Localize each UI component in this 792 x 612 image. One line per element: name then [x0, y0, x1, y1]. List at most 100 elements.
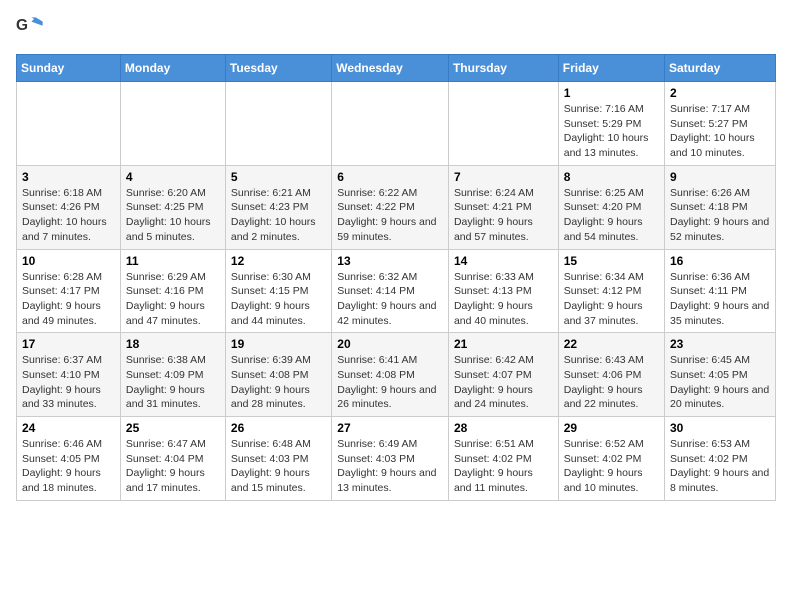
- calendar-cell: 2 Sunrise: 7:17 AM Sunset: 5:27 PM Daylig…: [665, 82, 776, 166]
- calendar-cell: 29Sunrise: 6:52 AM Sunset: 4:02 PM Dayli…: [558, 417, 664, 501]
- day-info: Sunrise: 6:49 AM Sunset: 4:03 PM Dayligh…: [337, 437, 443, 496]
- weekday-header: Tuesday: [225, 55, 331, 82]
- day-info: Sunrise: 6:32 AM Sunset: 4:14 PM Dayligh…: [337, 270, 443, 329]
- calendar-cell: 20 Sunrise: 6:41 AM Sunset: 4:08 PM Dayli…: [332, 333, 449, 417]
- day-info: Sunrise: 6:30 AM Sunset: 4:15 PM Dayligh…: [231, 270, 326, 329]
- day-number: 3: [22, 170, 115, 184]
- day-number: 11: [126, 254, 220, 268]
- calendar-cell: 15 Sunrise: 6:34 AM Sunset: 4:12 PM Dayli…: [558, 249, 664, 333]
- calendar-week-row: 10 Sunrise: 6:28 AM Sunset: 4:17 PM Dayli…: [17, 249, 776, 333]
- calendar-cell: 5Sunrise: 6:21 AM Sunset: 4:23 PM Daylig…: [225, 165, 331, 249]
- day-info: Sunrise: 6:29 AM Sunset: 4:16 PM Dayligh…: [126, 270, 220, 329]
- day-number: 16: [670, 254, 770, 268]
- calendar-cell: 7 Sunrise: 6:24 AM Sunset: 4:21 PM Daylig…: [448, 165, 558, 249]
- logo: G: [16, 16, 48, 44]
- day-number: 12: [231, 254, 326, 268]
- day-number: 19: [231, 337, 326, 351]
- calendar-cell: [120, 82, 225, 166]
- calendar-cell: 14 Sunrise: 6:33 AM Sunset: 4:13 PM Dayli…: [448, 249, 558, 333]
- calendar-week-row: 24 Sunrise: 6:46 AM Sunset: 4:05 PM Dayli…: [17, 417, 776, 501]
- calendar-cell: 23 Sunrise: 6:45 AM Sunset: 4:05 PM Dayli…: [665, 333, 776, 417]
- calendar-cell: [225, 82, 331, 166]
- calendar-cell: 8 Sunrise: 6:25 AM Sunset: 4:20 PM Daylig…: [558, 165, 664, 249]
- calendar-cell: [17, 82, 121, 166]
- day-info: Sunrise: 6:41 AM Sunset: 4:08 PM Dayligh…: [337, 353, 443, 412]
- day-info: Sunrise: 6:34 AM Sunset: 4:12 PM Dayligh…: [564, 270, 659, 329]
- day-info: Sunrise: 6:33 AM Sunset: 4:13 PM Dayligh…: [454, 270, 553, 329]
- calendar-cell: 26Sunrise: 6:48 AM Sunset: 4:03 PM Dayli…: [225, 417, 331, 501]
- calendar-cell: 25 Sunrise: 6:47 AM Sunset: 4:04 PM Dayli…: [120, 417, 225, 501]
- calendar-table: SundayMondayTuesdayWednesdayThursdayFrid…: [16, 54, 776, 501]
- calendar-cell: 16 Sunrise: 6:36 AM Sunset: 4:11 PM Dayli…: [665, 249, 776, 333]
- day-info: Sunrise: 6:48 AM Sunset: 4:03 PM Dayligh…: [231, 437, 326, 496]
- calendar-header: SundayMondayTuesdayWednesdayThursdayFrid…: [17, 55, 776, 82]
- calendar-cell: 21 Sunrise: 6:42 AM Sunset: 4:07 PM Dayli…: [448, 333, 558, 417]
- day-number: 7: [454, 170, 553, 184]
- day-info: Sunrise: 6:36 AM Sunset: 4:11 PM Dayligh…: [670, 270, 770, 329]
- day-info: Sunrise: 6:38 AM Sunset: 4:09 PM Dayligh…: [126, 353, 220, 412]
- calendar-cell: [332, 82, 449, 166]
- calendar-cell: 30Sunrise: 6:53 AM Sunset: 4:02 PM Dayli…: [665, 417, 776, 501]
- day-info: Sunrise: 6:53 AM Sunset: 4:02 PM Dayligh…: [670, 437, 770, 496]
- weekday-header: Wednesday: [332, 55, 449, 82]
- day-number: 1: [564, 86, 659, 100]
- calendar-week-row: 1 Sunrise: 7:16 AM Sunset: 5:29 PM Daylig…: [17, 82, 776, 166]
- calendar-cell: [448, 82, 558, 166]
- weekday-header: Sunday: [17, 55, 121, 82]
- day-number: 23: [670, 337, 770, 351]
- calendar-cell: 24 Sunrise: 6:46 AM Sunset: 4:05 PM Dayli…: [17, 417, 121, 501]
- day-info: Sunrise: 6:45 AM Sunset: 4:05 PM Dayligh…: [670, 353, 770, 412]
- svg-text:G: G: [16, 17, 28, 34]
- day-info: Sunrise: 7:17 AM Sunset: 5:27 PM Dayligh…: [670, 102, 770, 161]
- day-info: Sunrise: 6:20 AM Sunset: 4:25 PM Dayligh…: [126, 186, 220, 245]
- calendar-cell: 11 Sunrise: 6:29 AM Sunset: 4:16 PM Dayli…: [120, 249, 225, 333]
- calendar-week-row: 17Sunrise: 6:37 AM Sunset: 4:10 PM Dayli…: [17, 333, 776, 417]
- weekday-row: SundayMondayTuesdayWednesdayThursdayFrid…: [17, 55, 776, 82]
- calendar-cell: 19 Sunrise: 6:39 AM Sunset: 4:08 PM Dayli…: [225, 333, 331, 417]
- day-number: 22: [564, 337, 659, 351]
- calendar-cell: 3Sunrise: 6:18 AM Sunset: 4:26 PM Daylig…: [17, 165, 121, 249]
- day-number: 18: [126, 337, 220, 351]
- day-info: Sunrise: 6:47 AM Sunset: 4:04 PM Dayligh…: [126, 437, 220, 496]
- day-info: Sunrise: 6:42 AM Sunset: 4:07 PM Dayligh…: [454, 353, 553, 412]
- day-number: 2: [670, 86, 770, 100]
- day-info: Sunrise: 6:51 AM Sunset: 4:02 PM Dayligh…: [454, 437, 553, 496]
- calendar-week-row: 3Sunrise: 6:18 AM Sunset: 4:26 PM Daylig…: [17, 165, 776, 249]
- calendar-cell: 13 Sunrise: 6:32 AM Sunset: 4:14 PM Dayli…: [332, 249, 449, 333]
- calendar-body: 1 Sunrise: 7:16 AM Sunset: 5:29 PM Daylig…: [17, 82, 776, 501]
- day-info: Sunrise: 6:26 AM Sunset: 4:18 PM Dayligh…: [670, 186, 770, 245]
- weekday-header: Thursday: [448, 55, 558, 82]
- day-number: 27: [337, 421, 443, 435]
- day-number: 14: [454, 254, 553, 268]
- header: G: [16, 16, 776, 44]
- day-number: 6: [337, 170, 443, 184]
- day-number: 21: [454, 337, 553, 351]
- day-number: 15: [564, 254, 659, 268]
- day-number: 29: [564, 421, 659, 435]
- calendar-cell: 17Sunrise: 6:37 AM Sunset: 4:10 PM Dayli…: [17, 333, 121, 417]
- day-number: 8: [564, 170, 659, 184]
- day-info: Sunrise: 6:28 AM Sunset: 4:17 PM Dayligh…: [22, 270, 115, 329]
- day-info: Sunrise: 6:24 AM Sunset: 4:21 PM Dayligh…: [454, 186, 553, 245]
- weekday-header: Saturday: [665, 55, 776, 82]
- calendar-cell: 28 Sunrise: 6:51 AM Sunset: 4:02 PM Dayli…: [448, 417, 558, 501]
- day-number: 24: [22, 421, 115, 435]
- day-info: Sunrise: 6:39 AM Sunset: 4:08 PM Dayligh…: [231, 353, 326, 412]
- day-info: Sunrise: 6:25 AM Sunset: 4:20 PM Dayligh…: [564, 186, 659, 245]
- day-info: Sunrise: 6:46 AM Sunset: 4:05 PM Dayligh…: [22, 437, 115, 496]
- day-info: Sunrise: 6:43 AM Sunset: 4:06 PM Dayligh…: [564, 353, 659, 412]
- weekday-header: Monday: [120, 55, 225, 82]
- day-info: Sunrise: 7:16 AM Sunset: 5:29 PM Dayligh…: [564, 102, 659, 161]
- calendar-cell: 1 Sunrise: 7:16 AM Sunset: 5:29 PM Daylig…: [558, 82, 664, 166]
- day-number: 10: [22, 254, 115, 268]
- calendar-cell: 27 Sunrise: 6:49 AM Sunset: 4:03 PM Dayli…: [332, 417, 449, 501]
- calendar-cell: 9 Sunrise: 6:26 AM Sunset: 4:18 PM Daylig…: [665, 165, 776, 249]
- day-number: 17: [22, 337, 115, 351]
- day-number: 28: [454, 421, 553, 435]
- calendar-cell: 10 Sunrise: 6:28 AM Sunset: 4:17 PM Dayli…: [17, 249, 121, 333]
- day-info: Sunrise: 6:22 AM Sunset: 4:22 PM Dayligh…: [337, 186, 443, 245]
- day-number: 20: [337, 337, 443, 351]
- day-number: 9: [670, 170, 770, 184]
- day-number: 13: [337, 254, 443, 268]
- day-number: 25: [126, 421, 220, 435]
